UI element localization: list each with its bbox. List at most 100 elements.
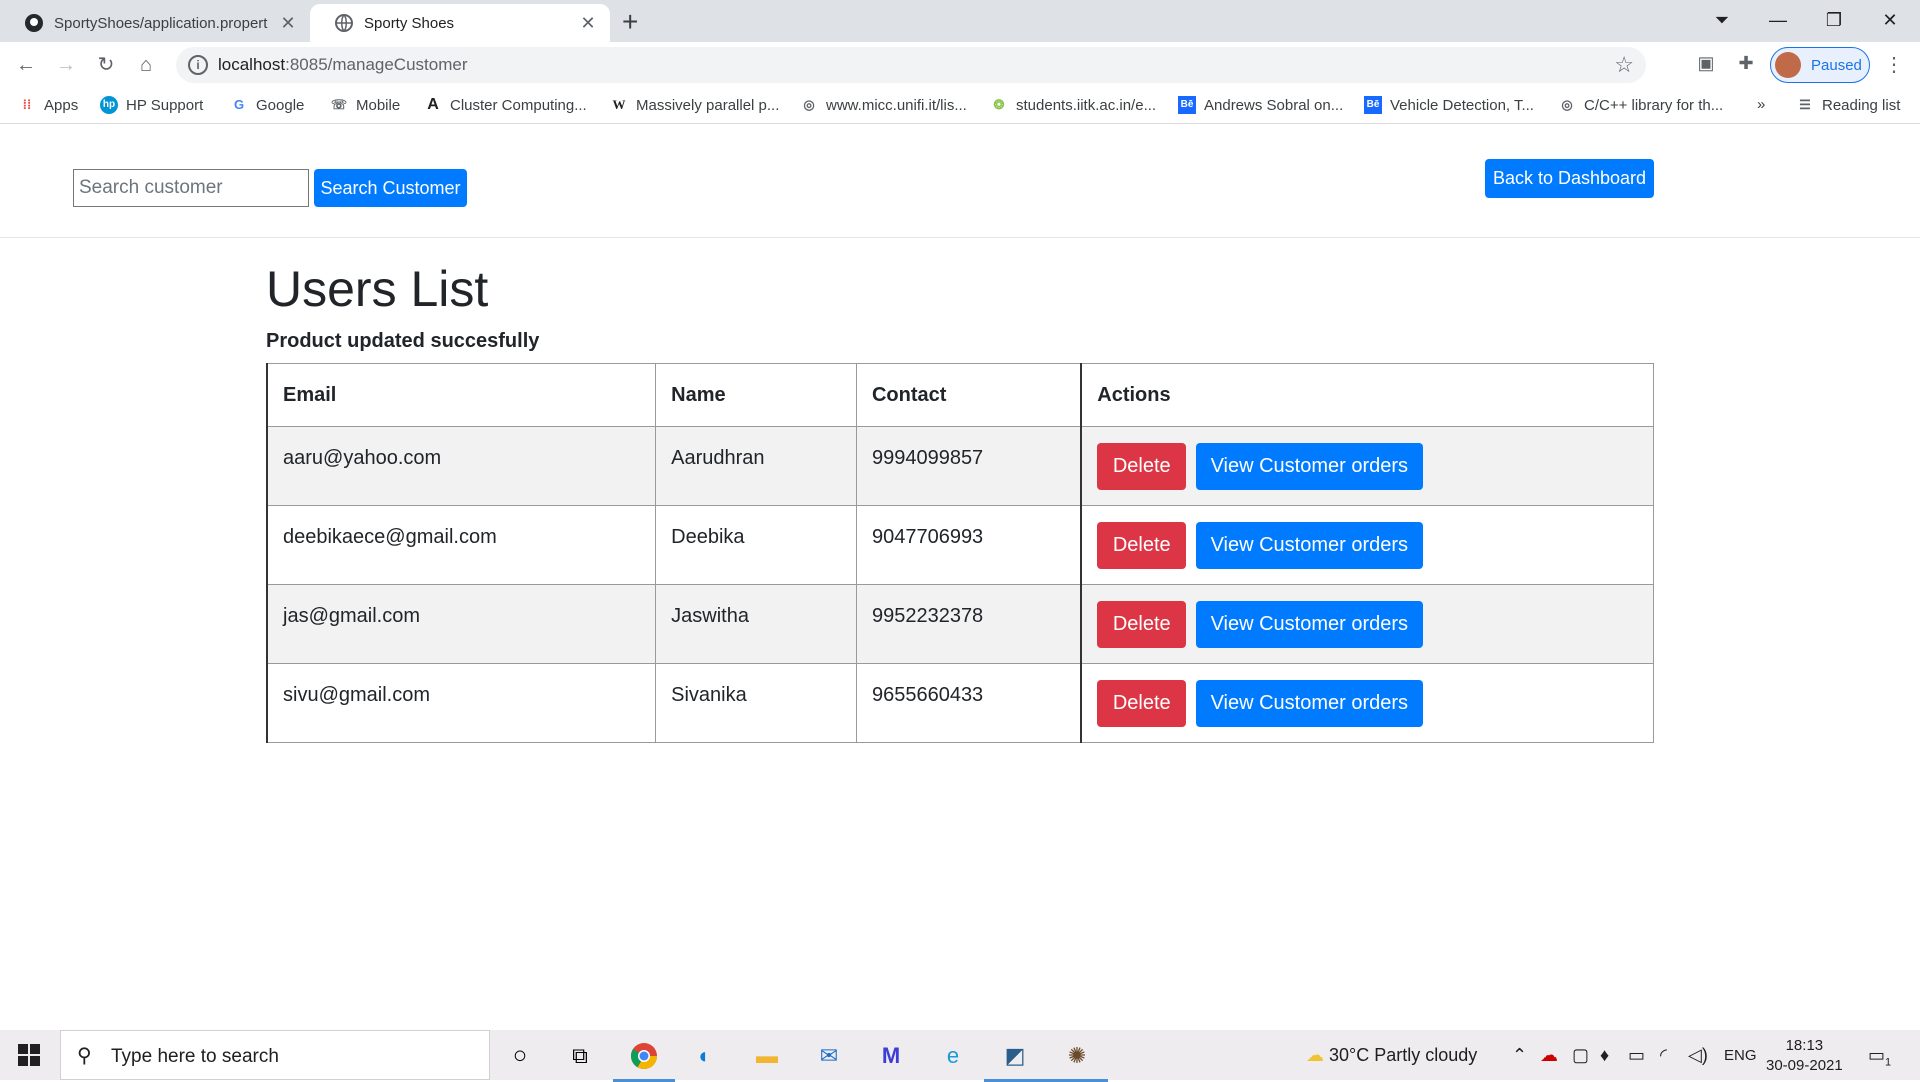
top-nav: Search Customer Back to Dashboard [0, 125, 1920, 238]
forward-icon[interactable]: → [52, 51, 80, 79]
cell-contact: 9994099857 [855, 426, 1082, 506]
microphone-icon[interactable]: ♦ [1600, 1045, 1609, 1066]
show-hidden-icons[interactable]: ⌃ [1512, 1045, 1527, 1066]
bookmark-vehicle[interactable]: Bē Vehicle Detection, T... [1364, 96, 1534, 114]
wifi-icon[interactable]: ◜ [1660, 1045, 1667, 1066]
battery-icon[interactable]: ▭ [1628, 1045, 1645, 1066]
bookmark-andrews[interactable]: Bē Andrews Sobral on... [1178, 96, 1343, 114]
clock[interactable]: 18:13 30-09-2021 [1766, 1036, 1843, 1076]
address-bar[interactable]: i localhost:8085/manageCustomer ☆ [176, 47, 1646, 83]
back-icon[interactable]: ← [12, 51, 40, 79]
bookmark-micc[interactable]: ◎ www.micc.unifi.it/lis... [800, 96, 967, 114]
tab-github[interactable]: SportyShoes/application.propert ✕ [0, 4, 310, 42]
onedrive-icon[interactable]: ☁ [1540, 1045, 1558, 1066]
wikipedia-icon: W [612, 97, 626, 112]
chrome-icon[interactable] [613, 1039, 675, 1082]
extension-icon[interactable]: ▣ [1694, 53, 1718, 77]
browser-tab-strip: SportyShoes/application.propert ✕ Sporty… [0, 0, 1920, 42]
reload-icon[interactable]: ↻ [92, 51, 120, 79]
view-customer-orders-button[interactable]: View Customer orders [1195, 522, 1423, 569]
behance-icon: Bē [1178, 96, 1196, 114]
menu-kebab-icon[interactable]: ⋮ [1884, 52, 1904, 77]
back-to-dashboard-button[interactable]: Back to Dashboard [1485, 159, 1654, 198]
close-tab-icon[interactable]: ✕ [278, 13, 298, 34]
notification-icon[interactable]: ▭1 [1868, 1045, 1891, 1069]
table-row: jas@gmail.com Jaswitha 9952232378 Delete… [266, 584, 1655, 664]
puzzle-icon[interactable]: ✚ [1734, 53, 1758, 77]
url-host: localhost [218, 55, 286, 74]
delete-button[interactable]: Delete [1097, 522, 1187, 569]
delete-button[interactable]: Delete [1097, 680, 1187, 727]
taskbar-search-placeholder: Type here to search [111, 1046, 279, 1067]
bookmark-star-icon[interactable]: ☆ [1614, 52, 1634, 78]
cell-actions: Delete View Customer orders [1080, 584, 1655, 664]
close-window-icon[interactable]: ✕ [1862, 0, 1918, 42]
meet-icon[interactable]: ▢ [1572, 1045, 1589, 1066]
cell-name: Jaswitha [655, 584, 857, 664]
avatar [1775, 52, 1801, 78]
reading-list[interactable]: ☰ Reading list [1796, 96, 1900, 114]
view-customer-orders-button[interactable]: View Customer orders [1195, 443, 1423, 490]
bookmarks-overflow[interactable]: » [1757, 96, 1765, 113]
windows-start-icon[interactable] [18, 1044, 40, 1066]
hp-icon: hp [100, 96, 118, 114]
globe-icon: ◎ [803, 97, 815, 112]
home-icon[interactable]: ⌂ [132, 51, 160, 79]
tab-sporty-shoes[interactable]: Sporty Shoes ✕ [310, 4, 610, 42]
minimize-icon[interactable]: — [1750, 0, 1806, 42]
site-info-icon[interactable]: i [188, 55, 208, 75]
bookmark-label: HP Support [126, 96, 204, 114]
app-icon[interactable]: ✺ [1046, 1039, 1108, 1082]
tab-search-icon[interactable]: ⏷ [1694, 0, 1750, 42]
cell-contact: 9952232378 [855, 584, 1082, 664]
cell-email: sivu@gmail.com [266, 663, 657, 743]
cortana-icon[interactable]: ○ [503, 1039, 537, 1073]
view-customer-orders-button[interactable]: View Customer orders [1195, 680, 1423, 727]
taskbar-search-box[interactable]: ⚲ Type here to search [60, 1030, 490, 1080]
notification-count: 1 [1885, 1056, 1892, 1069]
bookmark-mobile[interactable]: ☏ Mobile [330, 96, 400, 114]
bookmark-label: Google [256, 96, 305, 114]
delete-button[interactable]: Delete [1097, 601, 1187, 648]
new-tab-icon[interactable]: + [622, 6, 638, 38]
bookmark-google[interactable]: G Google [230, 96, 304, 114]
bookmark-label: Vehicle Detection, T... [1390, 96, 1534, 114]
app-m-icon[interactable]: M [874, 1039, 908, 1073]
restore-icon[interactable]: ❐ [1806, 0, 1862, 42]
table-row: sivu@gmail.com Sivanika 9655660433 Delet… [266, 663, 1655, 743]
windows-taskbar: ⚲ Type here to search ○ ⧉ ◐ ▬ ✉ M e ◩ ✺ … [0, 1030, 1920, 1082]
url-path: :8085/manageCustomer [285, 55, 468, 74]
time: 18:13 [1785, 1037, 1824, 1054]
github-icon [25, 14, 43, 32]
language-indicator[interactable]: ENG [1724, 1047, 1757, 1064]
view-customer-orders-button[interactable]: View Customer orders [1195, 601, 1423, 648]
search-customer-input[interactable] [73, 169, 309, 207]
delete-button[interactable]: Delete [1097, 443, 1187, 490]
profile-button[interactable]: Paused [1770, 47, 1870, 83]
search-customer-button[interactable]: Search Customer [314, 169, 467, 207]
bookmark-cpp[interactable]: ◎ C/C++ library for th... [1558, 96, 1723, 114]
edge-icon[interactable]: ◐ [688, 1039, 722, 1073]
close-tab-icon[interactable]: ✕ [578, 13, 598, 34]
eclipse-icon[interactable]: ◩ [984, 1039, 1046, 1082]
bookmark-massively[interactable]: W Massively parallel p... [610, 96, 780, 114]
bookmark-label: C/C++ library for th... [1584, 96, 1724, 114]
cell-actions: Delete View Customer orders [1080, 663, 1655, 743]
tab-title: SportyShoes/application.propert [54, 14, 268, 32]
bookmark-cluster[interactable]: A Cluster Computing... [424, 96, 587, 114]
bookmark-hp-support[interactable]: hp HP Support [100, 96, 203, 114]
bookmark-label: Mobile [356, 96, 401, 114]
behance-icon: Bē [1364, 96, 1382, 114]
file-explorer-icon[interactable]: ▬ [750, 1039, 784, 1073]
weather-text: 30°C Partly cloudy [1329, 1045, 1478, 1065]
iitk-icon: ❂ [993, 97, 1005, 112]
mail-icon[interactable]: ✉ [812, 1039, 846, 1073]
mobile-icon: ☏ [330, 97, 348, 112]
weather-widget[interactable]: ☁ 30°C Partly cloudy [1306, 1045, 1477, 1066]
bookmark-apps[interactable]: ⁞⁞ Apps [18, 96, 79, 114]
task-view-icon[interactable]: ⧉ [563, 1039, 597, 1073]
volume-icon[interactable]: ◁) [1688, 1045, 1708, 1066]
bookmark-iitk[interactable]: ❂ students.iitk.ac.in/e... [990, 96, 1157, 114]
table-row: deebikaece@gmail.com Deebika 9047706993 … [266, 505, 1655, 585]
internet-explorer-icon[interactable]: e [936, 1039, 970, 1073]
